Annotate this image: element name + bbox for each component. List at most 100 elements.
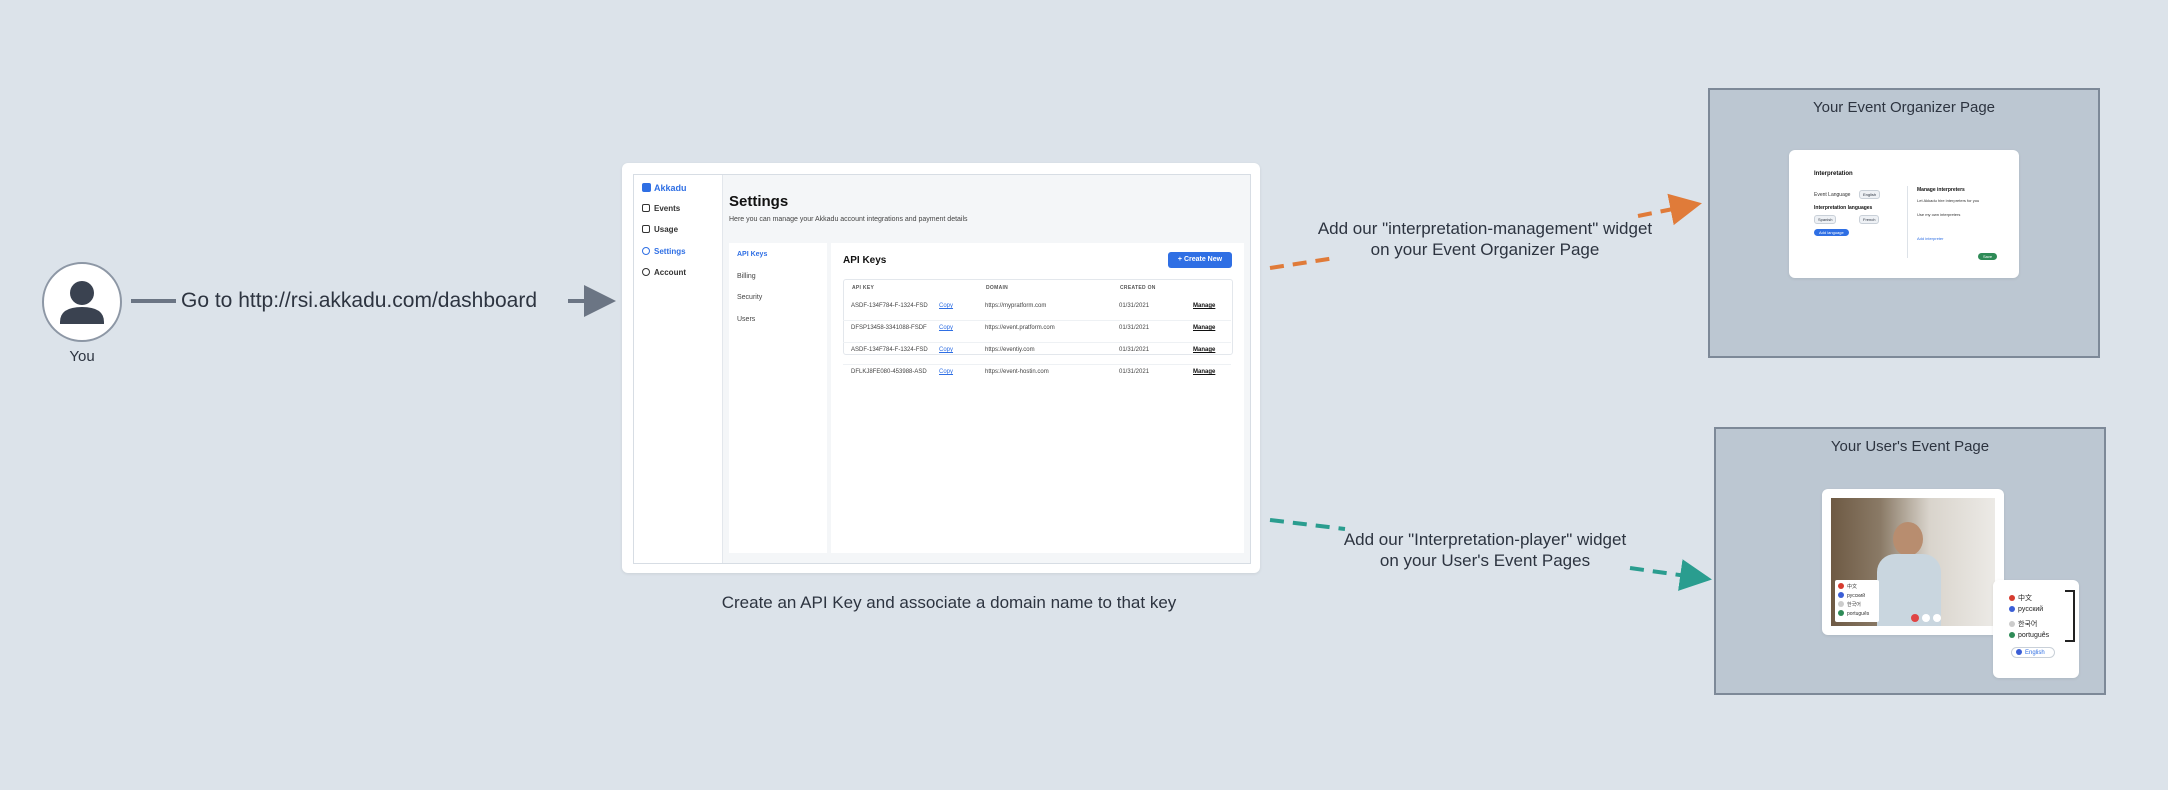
mic-icon[interactable] — [1922, 614, 1930, 622]
copy-link[interactable]: Copy — [939, 369, 953, 375]
portugal-flag-icon — [2009, 632, 2015, 638]
player-caption-line1: Add our "Interpretation-player" widget — [1343, 530, 1627, 549]
you-label: You — [69, 348, 95, 365]
api-key-value: ASDF-134F784-F-1324-FSD — [851, 347, 928, 353]
column-header-created-on: CREATED ON — [1120, 285, 1156, 291]
manage-link[interactable]: Manage — [1193, 369, 1215, 375]
api-key-caption: Create an API Key and associate a domain… — [721, 593, 1177, 612]
gear-icon — [642, 247, 650, 255]
widget-bracket — [2065, 590, 2075, 642]
page-title: Settings — [729, 193, 789, 210]
api-keys-panel: API Keys + Create New API KEY DOMAIN CRE… — [831, 243, 1244, 553]
sidebar-item-settings[interactable]: Settings — [642, 247, 686, 256]
widget-title: Interpretation — [1814, 171, 1853, 177]
api-key-value: ASDF-134F784-F-1324-FSD — [851, 303, 928, 309]
domain-value: https://eventiy.com — [985, 347, 1035, 353]
china-flag-icon — [1838, 583, 1844, 589]
domain-value: https://mypratform.com — [985, 303, 1047, 309]
china-flag-icon — [2009, 595, 2015, 601]
created-on-value: 01/31/2021 — [1119, 325, 1150, 331]
add-interpreter-link[interactable]: Add interpreter — [1917, 236, 1943, 241]
settings-subnav: API Keys Billing Security Users — [729, 243, 827, 553]
arrow-dashboard-to-organizer-b — [1637, 193, 1702, 226]
column-header-api-key: API KEY — [852, 285, 875, 291]
table-row — [843, 342, 1231, 343]
video-lang-item-3[interactable]: 한국어 — [1838, 601, 1861, 608]
camera-icon[interactable] — [1933, 614, 1941, 622]
dashboard-app: Akkadu Events Usage Settings Account Set… — [633, 174, 1251, 564]
manage-link[interactable]: Manage — [1193, 303, 1215, 309]
create-new-button[interactable]: + Create New — [1168, 252, 1232, 268]
table-row — [843, 364, 1231, 365]
domain-value: https://event-hostin.com — [985, 369, 1049, 375]
sidebar: Akkadu Events Usage Settings Account — [634, 175, 723, 563]
column-header-domain: DOMAIN — [986, 285, 1009, 291]
panel-title: API Keys — [843, 255, 887, 266]
user-event-page-title: Your User's Event Page — [1830, 438, 1990, 455]
interpretation-management-widget: Interpretation Event Language English In… — [1789, 150, 2019, 278]
api-keys-table: API KEY DOMAIN CREATED ON — [843, 279, 1233, 355]
russia-flag-icon — [1838, 592, 1844, 598]
languages-label: Interpretation languages — [1814, 205, 1873, 211]
tab-api-keys[interactable]: API Keys — [737, 251, 767, 258]
person-icon — [642, 268, 650, 276]
portugal-flag-icon — [1838, 610, 1844, 616]
manage-link[interactable]: Manage — [1193, 347, 1215, 353]
presenter-head — [1893, 522, 1923, 556]
brand-logo[interactable]: Akkadu — [642, 183, 687, 193]
tab-billing[interactable]: Billing — [737, 273, 756, 280]
korea-flag-icon — [2009, 621, 2015, 627]
hire-interpreters-option[interactable]: Let Akkadu hire interpreters for you — [1917, 198, 1979, 203]
api-key-value: DFLKJ8FE080-453988-ASD — [851, 369, 927, 375]
organizer-caption-line1: Add our "interpretation-management" widg… — [1317, 219, 1653, 238]
chart-icon — [642, 225, 650, 233]
avatar — [42, 262, 122, 342]
akkadu-logo-icon — [642, 183, 651, 192]
player-lang-item-2[interactable]: pусский — [2009, 606, 2043, 613]
player-lang-item-3[interactable]: 한국어 — [2009, 619, 2037, 629]
event-language-label: Event Language — [1814, 192, 1851, 198]
video-frame[interactable]: 中文 pусский 한국어 português — [1831, 498, 1995, 626]
copy-link[interactable]: Copy — [939, 347, 953, 353]
video-lang-item-2[interactable]: pусский — [1838, 592, 1865, 599]
copy-link[interactable]: Copy — [939, 325, 953, 331]
organizer-caption: Add our "interpretation-management" widg… — [1280, 218, 1690, 260]
player-lang-item-4[interactable]: português — [2009, 632, 2049, 639]
video-lang-item-4[interactable]: português — [1838, 610, 1869, 617]
sidebar-item-events[interactable]: Events — [642, 204, 680, 213]
korea-flag-icon — [1838, 601, 1844, 607]
player-caption-line2: on your User's Event Pages — [1379, 551, 1591, 570]
russia-flag-icon — [2009, 606, 2015, 612]
table-row — [843, 298, 1231, 299]
event-language-select[interactable]: English — [1859, 190, 1881, 199]
presenter-body — [1877, 554, 1941, 626]
player-lang-item-1[interactable]: 中文 — [2009, 593, 2032, 603]
end-call-icon[interactable] — [1911, 614, 1919, 622]
language-chip-b[interactable]: French — [1859, 215, 1880, 224]
interpretation-player-widget: 中文 pусский 한국어 português English — [1993, 580, 2079, 678]
save-button[interactable]: Save — [1978, 253, 1998, 260]
tab-security[interactable]: Security — [737, 294, 762, 301]
language-chip-a[interactable]: Spanish — [1814, 215, 1837, 224]
domain-value: https://event.pratform.com — [985, 325, 1055, 331]
video-language-menu: 中文 pусский 한국어 português — [1835, 580, 1879, 622]
copy-link[interactable]: Copy — [939, 303, 953, 309]
created-on-value: 01/31/2021 — [1119, 303, 1150, 309]
user-icon — [60, 281, 104, 324]
calendar-icon — [642, 204, 650, 212]
video-lang-item-1[interactable]: 中文 — [1838, 583, 1857, 590]
tab-users[interactable]: Users — [737, 316, 755, 323]
event-organizer-page-title: Your Event Organizer Page — [1812, 99, 1996, 116]
arrow-dashboard-to-player-a — [1269, 518, 1346, 531]
add-language-button[interactable]: Add language — [1814, 229, 1849, 236]
organizer-caption-line2: on your Event Organizer Page — [1370, 240, 1600, 259]
sidebar-item-usage[interactable]: Usage — [642, 225, 678, 234]
created-on-value: 01/31/2021 — [1119, 347, 1150, 353]
language-selector[interactable]: English — [2011, 647, 2055, 658]
own-interpreters-option[interactable]: Use my own interpreters — [1917, 212, 1960, 217]
table-row — [843, 320, 1231, 321]
manage-interpreters-title: Manage interpreters — [1917, 187, 1965, 193]
dashboard-url-instruction: Go to http://rsi.akkadu.com/dashboard — [181, 289, 538, 312]
manage-link[interactable]: Manage — [1193, 325, 1215, 331]
sidebar-item-account[interactable]: Account — [642, 268, 686, 277]
